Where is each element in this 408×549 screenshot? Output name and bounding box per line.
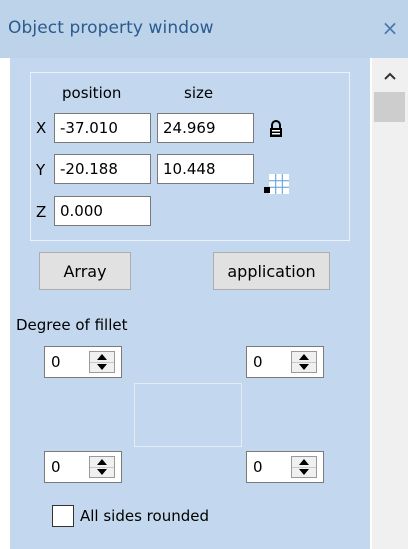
- anchor-grid-icon: [264, 174, 289, 194]
- y-label: Y: [36, 161, 46, 179]
- spin-down-button[interactable]: [90, 362, 114, 372]
- arrow-down-icon: [97, 469, 107, 475]
- spin-buttons: [89, 456, 115, 478]
- position-header: position: [62, 84, 122, 102]
- spin-buttons: [89, 351, 115, 373]
- spin-down-button[interactable]: [90, 467, 114, 477]
- fillet-top-left-spinner[interactable]: 0: [44, 346, 122, 378]
- array-button[interactable]: Array: [39, 252, 131, 290]
- close-icon[interactable]: ×: [380, 17, 400, 39]
- arrow-down-icon: [97, 364, 107, 370]
- fillet-top-left-value: 0: [51, 353, 61, 371]
- arrow-up-icon: [97, 354, 107, 360]
- fillet-bottom-right-spinner[interactable]: 0: [246, 451, 324, 483]
- fillet-bottom-right-value: 0: [253, 458, 263, 476]
- scroll-up-button[interactable]: [372, 60, 408, 92]
- size-width-field[interactable]: 24.969: [157, 113, 254, 143]
- fillet-top-right-value: 0: [253, 353, 263, 371]
- arrow-up-icon: [97, 459, 107, 465]
- spin-buttons: [291, 456, 317, 478]
- spin-buttons: [291, 351, 317, 373]
- z-label: Z: [36, 203, 47, 221]
- application-button[interactable]: application: [213, 252, 330, 290]
- fillet-bottom-left-spinner[interactable]: 0: [44, 451, 122, 483]
- object-property-window: Object property window × position size X…: [0, 0, 408, 549]
- anchor-grid-button[interactable]: [263, 168, 289, 194]
- fillet-preview: [134, 383, 242, 447]
- fillet-label: Degree of fillet: [16, 316, 128, 334]
- title-bar: Object property window ×: [0, 0, 408, 58]
- spin-down-button[interactable]: [292, 467, 316, 477]
- scroll-thumb[interactable]: [374, 92, 405, 122]
- position-y-field[interactable]: -20.188: [54, 154, 151, 184]
- lock-icon: [270, 120, 282, 137]
- arrow-down-icon: [299, 469, 309, 475]
- vertical-scrollbar[interactable]: [372, 58, 408, 549]
- arrow-up-icon: [299, 459, 309, 465]
- arrow-down-icon: [299, 364, 309, 370]
- size-height-field[interactable]: 10.448: [157, 154, 254, 184]
- all-sides-rounded-checkbox[interactable]: [52, 505, 74, 527]
- fillet-top-right-spinner[interactable]: 0: [246, 346, 324, 378]
- size-header: size: [184, 84, 214, 102]
- lock-aspect-button[interactable]: [263, 116, 289, 142]
- fillet-bottom-left-value: 0: [51, 458, 61, 476]
- chevron-up-icon: [384, 72, 396, 80]
- position-x-field[interactable]: -37.010: [54, 113, 151, 143]
- all-sides-rounded-label: All sides rounded: [80, 507, 209, 525]
- position-z-field[interactable]: 0.000: [54, 196, 151, 226]
- property-content: position size X -37.010 24.969 Y -20.188…: [10, 58, 370, 549]
- window-title: Object property window: [8, 18, 214, 38]
- spin-down-button[interactable]: [292, 362, 316, 372]
- arrow-up-icon: [299, 354, 309, 360]
- x-label: X: [36, 119, 47, 137]
